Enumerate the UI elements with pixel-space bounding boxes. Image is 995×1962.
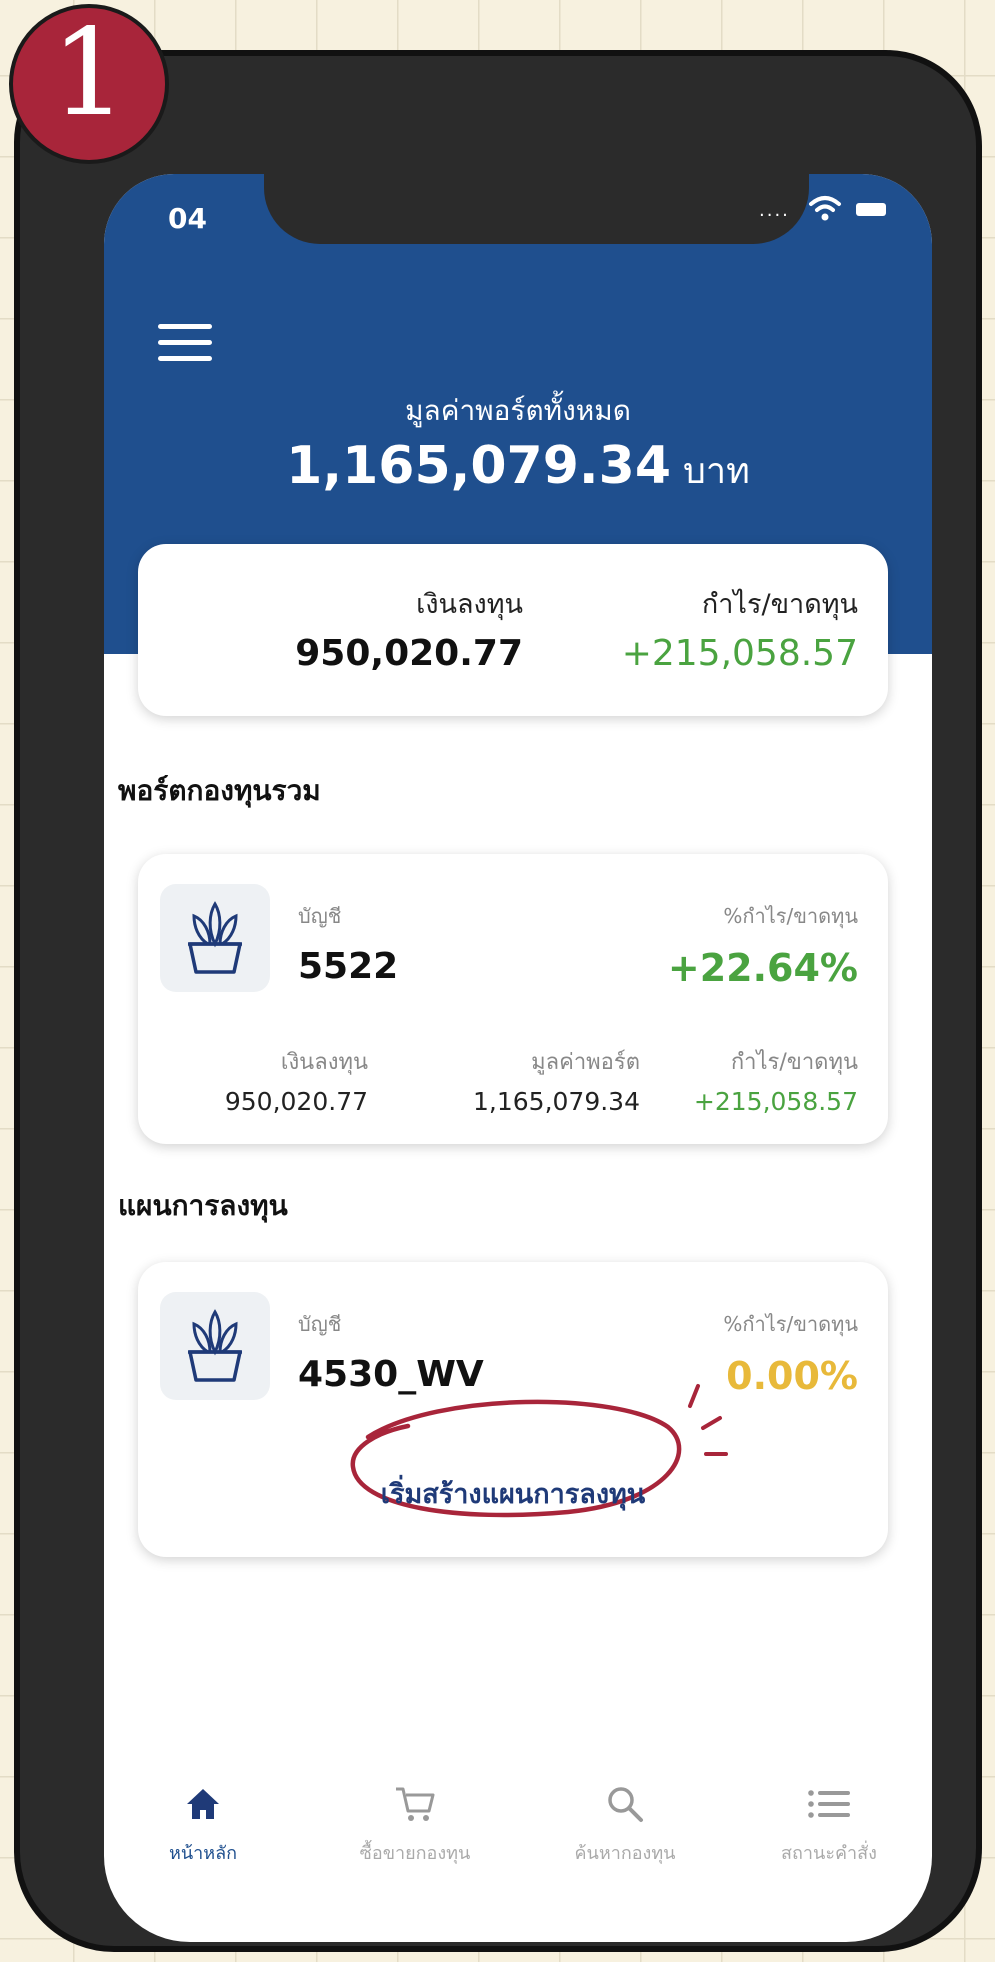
wifi-icon [809,196,841,221]
invested-value: 950,020.77 [295,633,523,674]
plant-icon [188,1309,242,1382]
profit-percent-value: 0.00% [726,1354,858,1398]
detail-invested-label: เงินลงทุน [280,1050,368,1075]
nav-search[interactable]: ค้นหากองทุน [540,1784,710,1867]
nav-trade-label: ซื้อขายกองทุน [359,1843,471,1864]
profit-percent-label: %กำไร/ขาดทุน [723,1312,858,1336]
invested-summary: เงินลงทุน 950,020.77 [295,582,523,674]
hamburger-menu-icon[interactable] [158,324,212,362]
account-number: 5522 [298,946,399,987]
detail-profit: กำไร/ขาดทุน +215,058.57 [694,1044,858,1116]
plan-account-card[interactable]: บัญชี 4530_WV %กำไร/ขาดทุน 0.00% เริ่มสร… [138,1262,888,1557]
plant-icon [188,901,242,974]
detail-portfolio-amount: 1,165,079.34 [473,1087,640,1116]
profit-label: กำไร/ขาดทุน [701,589,858,620]
total-value-number: 1,165,079.34 [286,436,672,496]
list-icon [808,1790,850,1818]
search-icon [608,1787,643,1822]
total-portfolio-label: มูลค่าพอร์ตทั้งหมด [405,394,631,427]
phone-frame: 04 .... มูลค่าพอร์ตทั้งหมด 1,165,079.34 บ… [14,50,982,1952]
total-portfolio-value: 1,165,079.34 บาท [104,436,932,499]
nav-home[interactable]: หน้าหลัก [118,1784,288,1867]
start-investment-plan-button[interactable]: เริ่มสร้างแผนการลงทุน [138,1472,888,1515]
step-number: 1 [50,4,128,143]
detail-portfolio-value: มูลค่าพอร์ต 1,165,079.34 [473,1044,640,1116]
account-label: บัญชี [298,904,342,928]
plant-icon-box [160,1292,270,1400]
cart-icon [396,1787,435,1821]
home-icon [187,1789,219,1819]
plan-section-title: แผนการลงทุน [118,1189,288,1222]
profit-percent-value: +22.64% [667,946,858,990]
nav-order-status-label: สถานะคำสั่ง [781,1843,877,1864]
profit-summary: กำไร/ขาดทุน +215,058.57 [622,582,858,674]
total-value-unit: บาท [683,451,750,492]
step-number-badge: 1 [9,4,169,164]
status-time: 04 [168,202,207,235]
detail-profit-label: กำไร/ขาดทุน [730,1050,858,1075]
summary-card: เงินลงทุน 950,020.77 กำไร/ขาดทุน +215,05… [138,544,888,716]
nav-search-label: ค้นหากองทุน [574,1843,676,1864]
nav-order-status[interactable]: สถานะคำสั่ง [744,1784,914,1867]
nav-trade[interactable]: ซื้อขายกองทุน [330,1784,500,1867]
signal-indicator: .... [759,200,790,221]
plant-icon-box [160,884,270,992]
nav-home-label: หน้าหลัก [168,1843,238,1864]
account-label: บัญชี [298,1312,342,1336]
detail-invested: เงินลงทุน 950,020.77 [225,1044,368,1116]
bottom-navigation: หน้าหลัก ซื้อขายกองทุน ค้นหากองทุน สถานะ… [104,1784,932,1914]
profit-value: +215,058.57 [621,633,858,674]
battery-icon [856,203,886,216]
portfolio-section-title: พอร์ตกองทุนรวม [118,774,321,807]
portfolio-account-card[interactable]: บัญชี 5522 %กำไร/ขาดทุน +22.64% เงินลงทุ… [138,854,888,1144]
profit-percent-label: %กำไร/ขาดทุน [723,904,858,928]
detail-portfolio-label: มูลค่าพอร์ต [531,1050,640,1075]
invested-label: เงินลงทุน [416,589,523,620]
phone-notch [264,174,809,244]
app-screen: 04 .... มูลค่าพอร์ตทั้งหมด 1,165,079.34 บ… [104,174,932,1942]
detail-profit-value: +215,058.57 [693,1087,858,1116]
detail-invested-value: 950,020.77 [224,1087,368,1116]
